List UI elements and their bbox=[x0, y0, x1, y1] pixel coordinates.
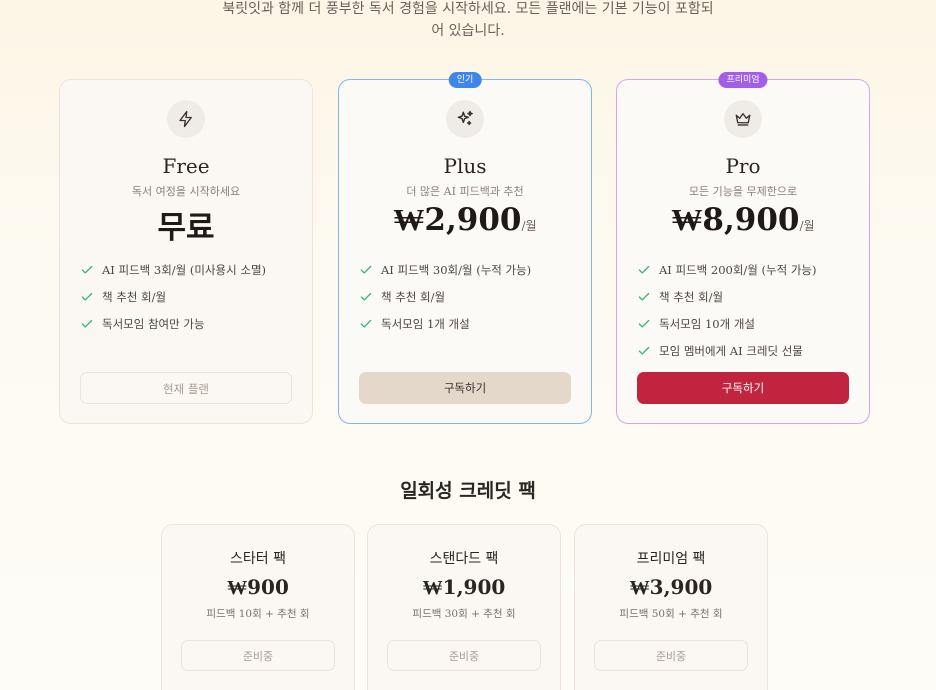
check-icon bbox=[638, 292, 650, 301]
check-icon bbox=[81, 292, 93, 301]
feature-item: 책 추천 회/월 bbox=[80, 283, 302, 310]
check-icon bbox=[638, 346, 650, 355]
plan-name: Plus bbox=[443, 154, 487, 178]
plan-subtitle: 모든 기능을 무제한으로 bbox=[688, 185, 798, 198]
pack-price: ₩1,900 bbox=[422, 575, 506, 599]
feature-text: 독서모임 참여만 가능 bbox=[102, 316, 205, 331]
check-icon bbox=[81, 319, 93, 328]
feature-text: AI 피드백 200회/월 (누적 가능) bbox=[659, 262, 817, 277]
feature-item: AI 피드백 3회/월 (미사용시 소멸) bbox=[80, 256, 302, 283]
feature-text: 독서모임 1개 개설 bbox=[381, 316, 470, 331]
coming-soon-button[interactable]: 준비중 bbox=[181, 640, 335, 671]
plan-subtitle: 독서 여정을 시작하세요 bbox=[131, 185, 241, 198]
price-unit: /월 bbox=[799, 219, 815, 233]
feature-text: AI 피드백 3회/월 (미사용시 소멸) bbox=[102, 262, 267, 277]
pack-price: ₩900 bbox=[227, 575, 289, 599]
check-icon bbox=[638, 265, 650, 274]
feature-list: AI 피드백 3회/월 (미사용시 소멸) 책 추천 회/월 독서모임 참여만 … bbox=[80, 256, 302, 337]
plan-price: 무료 bbox=[60, 202, 312, 247]
credit-packs: 스타터 팩 ₩900 피드백 10회 + 추천 회 준비중 스탠다드 팩 ₩1,… bbox=[161, 524, 769, 690]
price-value: 무료 bbox=[157, 210, 215, 246]
popular-badge: 인기 bbox=[448, 72, 482, 88]
plan-name: Pro bbox=[725, 154, 761, 178]
feature-text: 모임 멤버에게 AI 크레딧 선물 bbox=[659, 343, 803, 358]
premium-badge: 프리미엄 bbox=[718, 72, 768, 88]
price-value: ₩2,900 bbox=[393, 202, 522, 238]
feature-item: 독서모임 1개 개설 bbox=[359, 310, 581, 337]
feature-item: 책 추천 회/월 bbox=[359, 283, 581, 310]
check-icon bbox=[360, 265, 372, 274]
feature-item: 모임 멤버에게 AI 크레딧 선물 bbox=[637, 337, 859, 364]
plan-name: Free bbox=[162, 154, 210, 178]
credit-section-title: 일회성 크레딧 팩 bbox=[400, 480, 536, 502]
crown-icon bbox=[724, 100, 762, 138]
check-icon bbox=[638, 319, 650, 328]
intro-text: 북릿잇과 함께 더 풍부한 독서 경험을 시작하세요. 모든 플랜에는 기본 기… bbox=[0, 0, 936, 42]
coming-soon-button[interactable]: 준비중 bbox=[387, 640, 541, 671]
plan-price: ₩2,900/월 bbox=[339, 202, 591, 238]
price-value: ₩8,900 bbox=[671, 202, 800, 238]
feature-text: 책 추천 회/월 bbox=[102, 289, 167, 304]
credit-pack-premium: 프리미엄 팩 ₩3,900 피드백 50회 + 추천 회 준비중 bbox=[574, 524, 768, 690]
plan-price: ₩8,900/월 bbox=[617, 202, 869, 238]
pack-description: 피드백 50회 + 추천 회 bbox=[619, 608, 723, 620]
plan-subtitle: 더 많은 AI 피드백과 추천 bbox=[406, 185, 524, 198]
feature-list: AI 피드백 200회/월 (누적 가능) 책 추천 회/월 독서모임 10개 … bbox=[637, 256, 859, 364]
check-icon bbox=[81, 265, 93, 274]
feature-item: AI 피드백 30회/월 (누적 가능) bbox=[359, 256, 581, 283]
feature-item: AI 피드백 200회/월 (누적 가능) bbox=[637, 256, 859, 283]
intro-line-2: 어 있습니다. bbox=[431, 23, 505, 39]
credit-pack-standard: 스탠다드 팩 ₩1,900 피드백 30회 + 추천 회 준비중 bbox=[367, 524, 561, 690]
feature-text: 책 추천 회/월 bbox=[659, 289, 724, 304]
feature-text: 독서모임 10개 개설 bbox=[659, 316, 756, 331]
intro-line-1: 북릿잇과 함께 더 풍부한 독서 경험을 시작하세요. 모든 플랜에는 기본 기… bbox=[222, 1, 714, 17]
pack-description: 피드백 10회 + 추천 회 bbox=[206, 608, 310, 620]
credit-pack-starter: 스타터 팩 ₩900 피드백 10회 + 추천 회 준비중 bbox=[161, 524, 355, 690]
plan-cards: Free 독서 여정을 시작하세요 무료 AI 피드백 3회/월 (미사용시 소… bbox=[59, 72, 871, 424]
feature-list: AI 피드백 30회/월 (누적 가능) 책 추천 회/월 독서모임 1개 개설 bbox=[359, 256, 581, 337]
feature-item: 책 추천 회/월 bbox=[637, 283, 859, 310]
price-unit: /월 bbox=[521, 219, 537, 233]
pack-name: 스탠다드 팩 bbox=[429, 551, 499, 567]
pack-price: ₩3,900 bbox=[629, 575, 713, 599]
subscribe-button[interactable]: 구독하기 bbox=[359, 372, 571, 404]
pack-name: 스타터 팩 bbox=[230, 551, 286, 567]
check-icon bbox=[360, 319, 372, 328]
pack-description: 피드백 30회 + 추천 회 bbox=[412, 608, 516, 620]
lightning-icon bbox=[167, 100, 205, 138]
current-plan-button[interactable]: 현재 플랜 bbox=[80, 372, 292, 404]
feature-text: 책 추천 회/월 bbox=[381, 289, 446, 304]
sparkle-icon bbox=[446, 100, 484, 138]
pack-name: 프리미엄 팩 bbox=[636, 551, 706, 567]
subscribe-button[interactable]: 구독하기 bbox=[637, 372, 849, 404]
plan-card-pro: 프리미엄 Pro 모든 기능을 무제한으로 ₩8,900/월 AI 피드백 20… bbox=[616, 72, 870, 424]
coming-soon-button[interactable]: 준비중 bbox=[594, 640, 748, 671]
check-icon bbox=[360, 292, 372, 301]
plan-card-free: Free 독서 여정을 시작하세요 무료 AI 피드백 3회/월 (미사용시 소… bbox=[59, 79, 313, 424]
feature-item: 독서모임 참여만 가능 bbox=[80, 310, 302, 337]
feature-item: 독서모임 10개 개설 bbox=[637, 310, 859, 337]
feature-text: AI 피드백 30회/월 (누적 가능) bbox=[381, 262, 532, 277]
plan-card-plus: 인기 Plus 더 많은 AI 피드백과 추천 ₩2,900/월 AI 피드백 … bbox=[338, 72, 592, 424]
